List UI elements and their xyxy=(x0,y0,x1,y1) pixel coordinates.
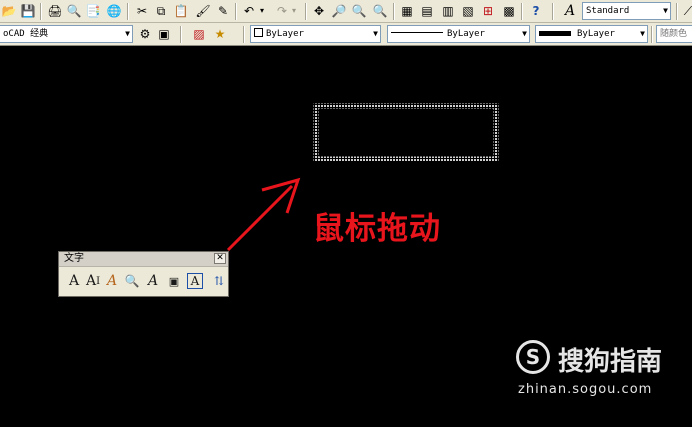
watermark: S 搜狗指南 zhinan.sogou.com xyxy=(516,338,684,398)
justify-text-icon[interactable]: A xyxy=(187,273,203,289)
find-replace-icon[interactable]: 🔍 xyxy=(122,270,142,292)
single-line-text-icon[interactable]: AI xyxy=(83,270,103,292)
drag-direction-arrow xyxy=(226,177,301,252)
text-toolbar-title: 文字 xyxy=(64,253,84,264)
text-toolbar-titlebar[interactable]: 文字 ✕ xyxy=(59,252,228,267)
multiline-text-icon[interactable]: A xyxy=(64,270,84,292)
watermark-brand: 搜狗指南 xyxy=(558,347,663,377)
edit-text-icon[interactable]: 𝐴 xyxy=(102,270,122,292)
scale-text-icon[interactable]: ▣ xyxy=(164,270,184,292)
sogou-logo-icon: S xyxy=(516,340,550,374)
convert-distance-icon[interactable]: ⇅ xyxy=(209,270,229,292)
close-icon[interactable]: ✕ xyxy=(214,253,226,264)
text-toolbar-panel[interactable]: 文字 ✕ A AI 𝐴 🔍 A ▣ A ⇅ xyxy=(58,251,229,297)
watermark-url: zhinan.sogou.com xyxy=(518,382,653,397)
annotation-text: 鼠标拖动 xyxy=(313,211,441,247)
text-style-tool-icon[interactable]: A xyxy=(143,270,163,292)
drag-selection-rectangle[interactable] xyxy=(313,103,499,162)
